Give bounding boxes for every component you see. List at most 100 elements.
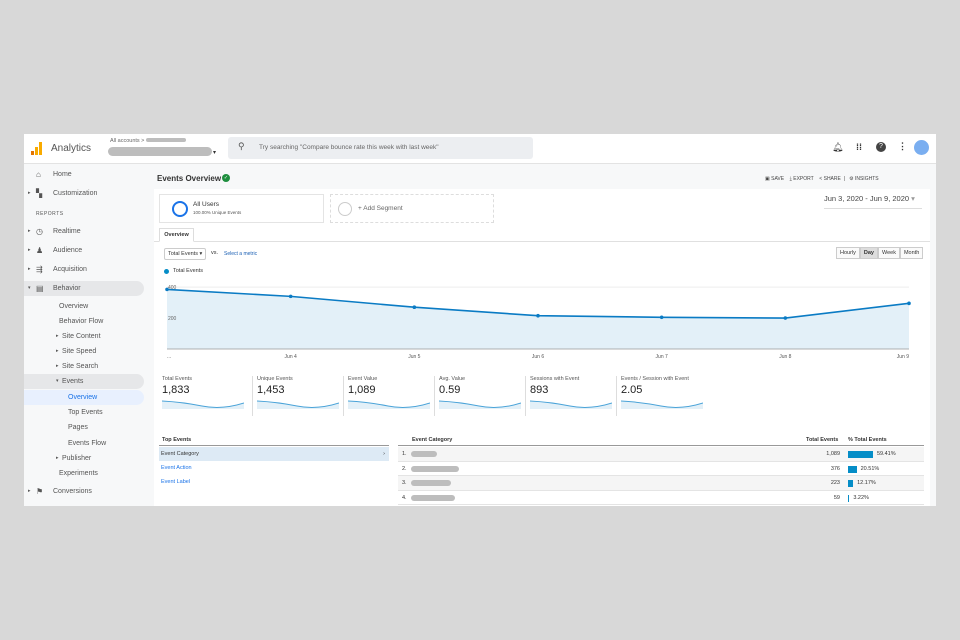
sidebar-item-label: Publisher xyxy=(62,455,92,462)
table-row[interactable]: 2. 376 20.51% xyxy=(398,462,924,476)
sidebar-item-overview[interactable]: Overview xyxy=(24,299,144,314)
granularity-hourly[interactable]: Hourly xyxy=(836,247,860,259)
date-range-text: Jun 3, 2020 - Jun 9, 2020 xyxy=(824,194,910,203)
sidebar-item-events[interactable]: ▾ Events xyxy=(24,374,144,389)
sidebar-item-customization[interactable]: ▸ ▚ Customization xyxy=(24,186,144,201)
granularity-month[interactable]: Month xyxy=(899,247,924,259)
top-events-item-event-label[interactable]: Event Label xyxy=(159,475,389,489)
sidebar-item-label: Site Speed xyxy=(62,348,97,355)
metric-label: Event Value xyxy=(348,376,378,382)
metric-value: 0.59 xyxy=(439,384,461,396)
add-segment-label: + Add Segment xyxy=(358,205,403,212)
account-selector[interactable] xyxy=(108,147,212,156)
table-row[interactable]: 1. 1,089 59.41% xyxy=(398,447,924,462)
avatar[interactable] xyxy=(914,140,929,155)
sidebar-item-events-flow[interactable]: Events Flow xyxy=(24,436,144,451)
sidebar-item-acquisition[interactable]: ▸ ⇶ Acquisition xyxy=(24,262,144,277)
table-row[interactable]: 4. 59 3.22% xyxy=(398,491,924,505)
search-placeholder: Try searching "Compare bounce rate this … xyxy=(259,144,439,151)
sidebar-item-label: Conversions xyxy=(53,488,92,495)
sidebar-item-experiments[interactable]: Experiments xyxy=(24,466,144,481)
row-total: 376 xyxy=(830,465,840,472)
sidebar-item-conversions[interactable]: ▸ ⚑ Conversions xyxy=(24,484,144,499)
apps-grid-icon[interactable]: ⁞⁞ xyxy=(856,142,862,152)
insights-button[interactable]: ⚙ INSIGHTS xyxy=(849,176,879,182)
sidebar-item-home[interactable]: ⌂ Home xyxy=(24,167,144,182)
pct-bar xyxy=(848,480,854,487)
report-actions: ▣ SAVE ⤓ EXPORT < SHARE | ⚙ INSIGHTS xyxy=(765,176,879,182)
add-segment-button[interactable]: + Add Segment xyxy=(330,194,494,223)
caret-icon: ▸ xyxy=(28,266,31,272)
sidebar-item-realtime[interactable]: ▸ ◷ Realtime xyxy=(24,224,144,239)
caret-icon: ▸ xyxy=(56,455,59,461)
sidebar-item-audience[interactable]: ▸ ♟ Audience xyxy=(24,243,144,258)
sidebar-item-label: Pages xyxy=(68,424,88,431)
top-events-item-event-action[interactable]: Event Action xyxy=(159,461,389,475)
granularity-toggle: Hourly Day Week Month xyxy=(836,247,924,259)
sidebar-item-site-search[interactable]: ▸ Site Search xyxy=(24,359,144,374)
top-events-item-event-category[interactable]: Event Category › xyxy=(159,447,389,461)
export-button[interactable]: ⤓ EXPORT xyxy=(790,176,814,182)
behavior-icon: ▤ xyxy=(36,284,44,293)
help-icon[interactable]: ? xyxy=(876,142,886,152)
metric-dropdown-label: Total Events xyxy=(168,251,198,257)
share-button[interactable]: < SHARE xyxy=(819,176,841,182)
analytics-window: Analytics All accounts > ▾ ⚲ Try searchi… xyxy=(24,134,936,506)
sidebar-item-site-content[interactable]: ▸ Site Content xyxy=(24,329,144,344)
y-tick-label: 200 xyxy=(168,316,177,322)
caret-icon: ▸ xyxy=(56,348,59,354)
data-point xyxy=(412,305,417,310)
x-tick-label: Jun 6 xyxy=(532,354,544,359)
col-event-category[interactable]: Event Category xyxy=(412,434,452,446)
x-tick-label: Jun 9 xyxy=(897,354,909,359)
sidebar-item-label: Top Events xyxy=(68,409,103,416)
sidebar-item-site-speed[interactable]: ▸ Site Speed xyxy=(24,344,144,359)
top-events-item-label: Event Category xyxy=(161,451,199,457)
more-vert-icon[interactable]: ⋮ xyxy=(898,141,907,152)
sidebar-item-behavior-flow[interactable]: Behavior Flow xyxy=(24,314,144,329)
breadcrumb[interactable]: All accounts > xyxy=(110,138,186,144)
tab-overview-label: Overview xyxy=(164,232,189,238)
caret-icon: ▸ xyxy=(28,190,31,196)
col-pct-total-events[interactable]: % Total Events xyxy=(848,434,887,446)
col-total-events[interactable]: Total Events xyxy=(806,434,838,446)
metric-value: 1,089 xyxy=(348,384,376,396)
save-label: SAVE xyxy=(771,176,785,182)
chevron-down-icon[interactable]: ▾ xyxy=(213,149,216,156)
save-button[interactable]: ▣ SAVE xyxy=(765,176,784,182)
sidebar-item-overview[interactable]: Overview xyxy=(24,390,144,405)
top-bar: Analytics All accounts > ▾ ⚲ Try searchi… xyxy=(24,134,936,164)
granularity-week[interactable]: Week xyxy=(878,247,900,259)
metric-events-session-with-event[interactable]: Events / Session with Event 2.05 xyxy=(617,376,708,416)
metric-total-events[interactable]: Total Events 1,833 xyxy=(161,376,253,416)
table-header: Event Category Total Events % Total Even… xyxy=(398,434,924,446)
metric-sessions-with-event[interactable]: Sessions with Event 893 xyxy=(526,376,617,416)
search-icon: ⚲ xyxy=(238,141,245,151)
table-row[interactable]: 3. 223 12.17% xyxy=(398,476,924,491)
segment-all-users[interactable]: All Users 100.00% Unique Events xyxy=(159,194,324,223)
metric-label: Events / Session with Event xyxy=(621,376,689,382)
sidebar-item-top-events[interactable]: Top Events xyxy=(24,405,144,420)
metric-event-value[interactable]: Event Value 1,089 xyxy=(344,376,435,416)
granularity-day[interactable]: Day xyxy=(859,247,878,259)
sidebar-item-behavior[interactable]: ▾ ▤ Behavior xyxy=(24,281,144,296)
metric-unique-events[interactable]: Unique Events 1,453 xyxy=(253,376,344,416)
select-metric-link[interactable]: Select a metric xyxy=(224,251,257,257)
segment-name: All Users xyxy=(193,201,220,208)
sidebar-item-pages[interactable]: Pages xyxy=(24,420,144,435)
tab-overview[interactable]: Overview xyxy=(159,228,194,242)
row-pct: 59.41% xyxy=(876,451,896,457)
metric-dropdown[interactable]: Total Events ▾ xyxy=(164,248,207,260)
bell-icon[interactable]: 🔔︎ xyxy=(832,142,843,153)
metric-value: 1,833 xyxy=(162,384,190,396)
search-input[interactable]: ⚲ Try searching "Compare bounce rate thi… xyxy=(228,137,533,159)
sidebar-item-publisher[interactable]: ▸ Publisher xyxy=(24,451,144,466)
add-segment-circle-icon xyxy=(338,202,352,216)
top-events-title: Top Events xyxy=(162,437,192,443)
sidebar-item-label: Events Flow xyxy=(68,440,107,447)
realtime-icon: ◷ xyxy=(36,227,43,236)
date-range-picker[interactable]: Jun 3, 2020 - Jun 9, 2020 ▾ xyxy=(824,194,922,209)
metric-avg-value[interactable]: Avg. Value 0.59 xyxy=(435,376,526,416)
sidebar-item-label: Behavior Flow xyxy=(59,318,104,325)
row-rank: 2. xyxy=(402,465,407,472)
